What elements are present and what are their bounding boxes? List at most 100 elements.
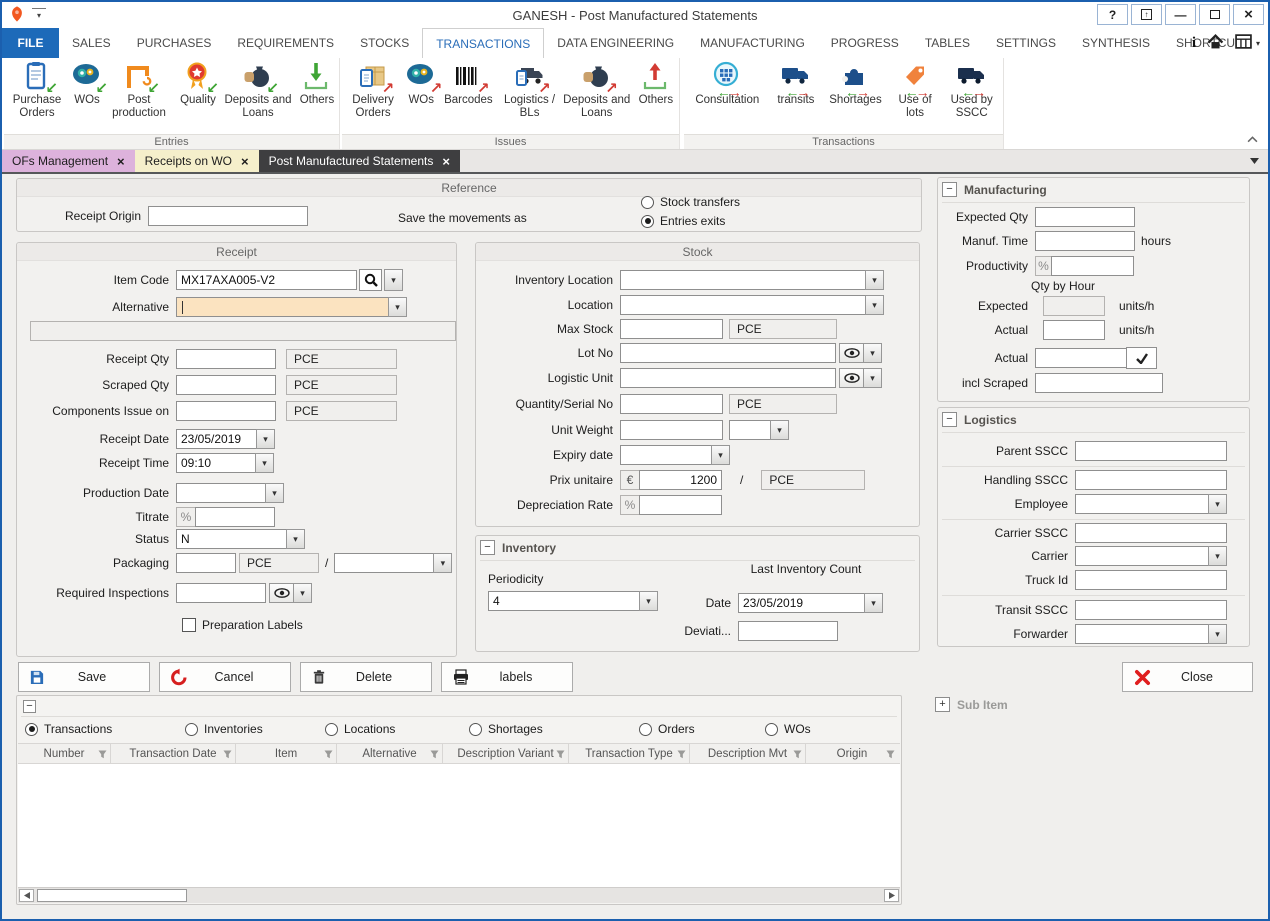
menu-synthesis[interactable]: SYNTHESIS bbox=[1069, 28, 1163, 58]
ribbon-use-of-lots[interactable]: ←→ Use of lots bbox=[891, 61, 939, 120]
save-button[interactable]: Save bbox=[18, 662, 150, 692]
parent-sscc-input[interactable] bbox=[1075, 441, 1227, 461]
carrier-input[interactable] bbox=[1075, 546, 1209, 566]
preparation-labels-checkbox[interactable] bbox=[182, 618, 196, 632]
menu-data-engineering[interactable]: DATA ENGINEERING bbox=[544, 28, 687, 58]
deviation-input[interactable] bbox=[738, 621, 838, 641]
collapse-manufacturing-button[interactable] bbox=[942, 182, 957, 197]
receipt-date-dropdown-button[interactable] bbox=[256, 429, 275, 449]
transit-sscc-input[interactable] bbox=[1075, 600, 1227, 620]
wos-radio[interactable] bbox=[765, 723, 778, 736]
ribbon-used-by-sscc[interactable]: ←→ Used by SSCC bbox=[942, 61, 1002, 120]
filter-wos[interactable]: WOs bbox=[765, 721, 811, 737]
maximize-button[interactable] bbox=[1199, 4, 1230, 25]
prix-unitaire-input[interactable] bbox=[639, 470, 722, 490]
close-window-button[interactable]: × bbox=[1233, 4, 1264, 25]
sub-item-expander[interactable]: Sub Item bbox=[935, 697, 1008, 712]
orders-radio[interactable] bbox=[639, 723, 652, 736]
ribbon-others-out[interactable]: Others bbox=[633, 61, 679, 107]
alternative-input[interactable] bbox=[176, 297, 389, 317]
periodicity-input[interactable] bbox=[488, 591, 640, 611]
expiry-date-input[interactable] bbox=[620, 445, 712, 465]
filter-transactions[interactable]: Transactions bbox=[25, 721, 112, 737]
incl-scraped-input[interactable] bbox=[1035, 373, 1163, 393]
ribbon-wos-in[interactable]: ↙ WOs bbox=[70, 61, 104, 107]
column-item[interactable]: Item bbox=[236, 744, 337, 763]
item-code-dropdown-button[interactable] bbox=[384, 269, 403, 291]
ribbon-purchase-orders[interactable]: ↙ Purchase Orders bbox=[4, 61, 70, 120]
production-date-dropdown-button[interactable] bbox=[265, 483, 284, 503]
menu-stocks[interactable]: STOCKS bbox=[347, 28, 422, 58]
menu-progress[interactable]: PROGRESS bbox=[818, 28, 912, 58]
home-icon[interactable] bbox=[1207, 34, 1224, 52]
minimize-button[interactable]: — bbox=[1165, 4, 1196, 25]
item-code-input[interactable] bbox=[176, 270, 357, 290]
grid-icon[interactable] bbox=[1235, 34, 1252, 52]
required-inspections-dropdown-button[interactable] bbox=[293, 583, 312, 603]
unit-weight-unit-input[interactable] bbox=[729, 420, 771, 440]
locations-radio[interactable] bbox=[325, 723, 338, 736]
menu-manufacturing[interactable]: MANUFACTURING bbox=[687, 28, 818, 58]
unit-weight-dropdown-button[interactable] bbox=[770, 420, 789, 440]
ribbon-others-in[interactable]: Others bbox=[294, 61, 340, 107]
horizontal-scrollbar[interactable] bbox=[18, 887, 900, 903]
carrier-sscc-input[interactable] bbox=[1075, 523, 1227, 543]
location-dropdown-button[interactable] bbox=[865, 295, 884, 315]
shortages-radio[interactable] bbox=[469, 723, 482, 736]
expected-qty-input[interactable] bbox=[1035, 207, 1135, 227]
manuf-time-input[interactable] bbox=[1035, 231, 1135, 251]
ribbon-quality[interactable]: ↙ Quality bbox=[174, 61, 222, 107]
packaging-qty-input[interactable] bbox=[176, 553, 236, 573]
receipt-qty-input[interactable] bbox=[176, 349, 276, 369]
logistic-unit-dropdown-button[interactable] bbox=[863, 368, 882, 388]
ribbon-transits[interactable]: ←→ transits bbox=[772, 61, 820, 107]
lot-no-dropdown-button[interactable] bbox=[863, 343, 882, 363]
location-input[interactable] bbox=[620, 295, 866, 315]
depreciation-rate-input[interactable] bbox=[639, 495, 722, 515]
column-transaction-type[interactable]: Transaction Type bbox=[569, 744, 690, 763]
help-button[interactable]: ? bbox=[1097, 4, 1128, 25]
menu-file[interactable]: FILE bbox=[2, 28, 59, 58]
collapse-results-button[interactable] bbox=[23, 700, 36, 713]
ribbon-logistics-bls[interactable]: ↗ Logistics / BLs bbox=[499, 61, 561, 120]
info-icon[interactable]: i bbox=[1192, 35, 1196, 52]
collapse-ribbon-chevron-icon[interactable] bbox=[1247, 132, 1258, 146]
menu-tables[interactable]: TABLES bbox=[912, 28, 983, 58]
stock-transfers-radio[interactable] bbox=[641, 196, 654, 209]
menu-sales[interactable]: SALES bbox=[59, 28, 124, 58]
periodicity-dropdown-button[interactable] bbox=[639, 591, 658, 611]
filter-inventories[interactable]: Inventories bbox=[185, 721, 263, 737]
max-stock-input[interactable] bbox=[620, 319, 723, 339]
ribbon-consultation[interactable]: ←→ Consultation bbox=[685, 61, 769, 107]
collapse-ribbon-button[interactable]: ↑ bbox=[1131, 4, 1162, 25]
filter-shortages[interactable]: Shortages bbox=[469, 721, 543, 737]
alternative-dropdown-button[interactable] bbox=[388, 297, 407, 317]
ribbon-post-production[interactable]: ↙ Post production bbox=[104, 61, 174, 120]
ribbon-wos-out[interactable]: ↗ WOs bbox=[404, 61, 438, 107]
grid-body[interactable] bbox=[18, 764, 900, 887]
packaging-dropdown-button[interactable] bbox=[433, 553, 452, 573]
status-input[interactable] bbox=[176, 529, 287, 549]
tab-list-caret-icon[interactable] bbox=[1250, 150, 1268, 172]
scraped-qty-input[interactable] bbox=[176, 375, 276, 395]
filter-locations[interactable]: Locations bbox=[325, 721, 395, 737]
column-origin[interactable]: Origin bbox=[806, 744, 898, 763]
employee-input[interactable] bbox=[1075, 494, 1209, 514]
inventory-location-input[interactable] bbox=[620, 270, 866, 290]
lot-no-view-button[interactable] bbox=[839, 343, 864, 363]
column-description-mvt[interactable]: Description Mvt bbox=[690, 744, 806, 763]
forwarder-dropdown-button[interactable] bbox=[1208, 624, 1227, 644]
column-number[interactable]: Number bbox=[18, 744, 111, 763]
menu-transactions[interactable]: TRANSACTIONS bbox=[422, 28, 544, 58]
cancel-button[interactable]: Cancel bbox=[159, 662, 291, 692]
packaging-alt-input[interactable] bbox=[334, 553, 434, 573]
tab-post-manufactured-statements[interactable]: Post Manufactured Statements bbox=[259, 150, 460, 172]
expand-sub-item-button[interactable] bbox=[935, 697, 950, 712]
truck-id-input[interactable] bbox=[1075, 570, 1227, 590]
ribbon-shortages[interactable]: ←→ Shortages bbox=[822, 61, 888, 107]
column-alternative[interactable]: Alternative bbox=[337, 744, 443, 763]
collapse-inventory-button[interactable] bbox=[480, 540, 495, 555]
unit-weight-input[interactable] bbox=[620, 420, 723, 440]
column-description-variant[interactable]: Description Variant bbox=[443, 744, 569, 763]
item-code-search-button[interactable] bbox=[359, 269, 382, 291]
